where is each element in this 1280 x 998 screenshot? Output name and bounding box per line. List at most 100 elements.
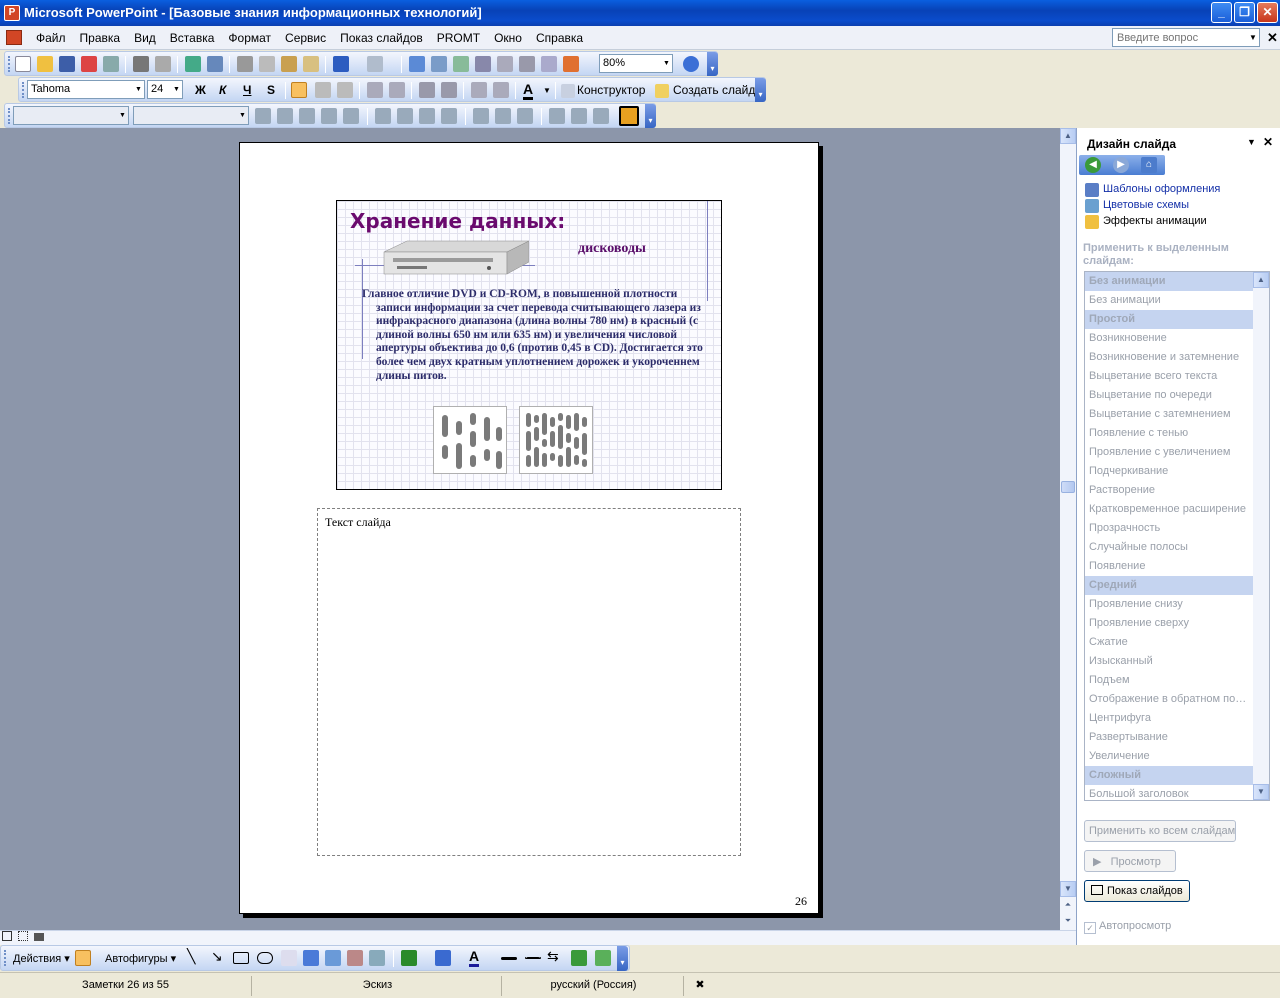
menu-window[interactable]: Окно [494, 31, 522, 45]
scroll-up-icon[interactable]: ▲ [1060, 128, 1076, 144]
normal-view-icon[interactable] [2, 931, 12, 941]
fill-color-icon[interactable] [401, 950, 417, 966]
toolbar-options-icon[interactable]: ▾ [617, 946, 628, 971]
3d-style-icon[interactable] [595, 950, 611, 966]
slide-thumbnail[interactable]: Хранение данных: дисководы Главное отлич… [336, 200, 722, 490]
oval-icon[interactable] [257, 952, 273, 964]
research-icon[interactable] [207, 56, 223, 72]
font-size-select[interactable]: 24 ▼ [147, 80, 183, 99]
animation-item[interactable]: Возникновение и затемнение [1085, 348, 1253, 367]
animation-item[interactable]: Прозрачность [1085, 519, 1253, 538]
animation-item[interactable]: Растворение [1085, 481, 1253, 500]
align-right-icon[interactable] [337, 82, 353, 98]
picture-icon[interactable] [369, 950, 385, 966]
animation-scheme-list[interactable]: Без анимации Без анимации Простой Возникнов… [1084, 271, 1270, 801]
tool-icon-11[interactable] [495, 108, 511, 124]
designer-button[interactable]: Конструктор [577, 83, 645, 97]
animation-item[interactable]: Большой заголовок [1085, 785, 1253, 800]
animation-item[interactable]: Кратковременное расширение [1085, 500, 1253, 519]
animation-item[interactable]: Выцветание всего текста [1085, 367, 1253, 386]
grid-icon[interactable] [541, 56, 557, 72]
autoshapes-menu[interactable]: Автофигуры ▾ [105, 952, 176, 965]
chevron-down-icon[interactable]: ▼ [543, 86, 551, 95]
scroll-up-icon[interactable]: ▲ [1253, 272, 1269, 288]
new-icon[interactable] [15, 56, 31, 72]
align-center-icon[interactable] [315, 82, 331, 98]
undo-icon[interactable] [333, 56, 349, 72]
minimize-button[interactable]: _ [1211, 2, 1232, 23]
permission-icon[interactable] [81, 56, 97, 72]
style-select-2[interactable]: ▼ [133, 106, 249, 125]
spelling-status-icon[interactable]: ✖ [686, 976, 714, 996]
slideshow-view-icon[interactable] [34, 933, 45, 941]
zoom-select[interactable]: 80% ▼ [599, 54, 673, 73]
actions-menu[interactable]: Действия ▾ [13, 952, 70, 965]
chevron-down-icon[interactable]: ▼ [237, 107, 248, 124]
chevron-down-icon[interactable]: ▼ [133, 81, 144, 98]
tool-icon-3[interactable] [299, 108, 315, 124]
tool-icon-14[interactable] [571, 108, 587, 124]
menu-edit[interactable]: Правка [80, 31, 121, 45]
animation-item[interactable]: Подъем [1085, 671, 1253, 690]
animation-item[interactable]: Появление с тенью [1085, 424, 1253, 443]
animation-item[interactable]: Развертывание [1085, 728, 1253, 747]
redo-icon[interactable] [367, 56, 383, 72]
checkbox-checked-icon[interactable]: ✓ [1084, 922, 1096, 934]
animation-item[interactable]: Выцветание с затемнением [1085, 405, 1253, 424]
vertical-scrollbar[interactable]: ▲ ▼ ⏶ ⏷ [1060, 128, 1076, 930]
animation-item[interactable]: Случайные полосы [1085, 538, 1253, 557]
slide-sorter-view-icon[interactable] [18, 931, 29, 941]
toolbar-grip[interactable] [8, 56, 11, 72]
show-formatting-icon[interactable] [519, 56, 535, 72]
scroll-down-icon[interactable]: ▼ [1253, 784, 1269, 800]
menu-tools[interactable]: Сервис [285, 31, 326, 45]
hyperlink-icon[interactable] [475, 56, 491, 72]
horizontal-scrollbar[interactable] [0, 930, 1076, 945]
tool-icon-2[interactable] [277, 108, 293, 124]
cut-icon[interactable] [237, 56, 253, 72]
document-close-icon[interactable]: ✕ [1267, 30, 1278, 46]
style-select[interactable]: ▼ [13, 106, 129, 125]
format-painter-icon[interactable] [303, 56, 319, 72]
print-icon[interactable] [133, 56, 149, 72]
font-color-button[interactable]: A [523, 81, 534, 100]
menu-view[interactable]: Вид [134, 31, 156, 45]
menu-format[interactable]: Формат [228, 31, 271, 45]
powerpoint-app-icon[interactable]: P [4, 5, 20, 21]
tool-icon-8[interactable] [419, 108, 435, 124]
color-schemes-link[interactable]: Цветовые схемы [1103, 199, 1189, 211]
chevron-down-icon[interactable]: ▼ [117, 107, 128, 124]
animation-item[interactable]: Увеличение [1085, 747, 1253, 766]
animation-item[interactable]: Центрифуга [1085, 709, 1253, 728]
animation-item[interactable]: Появление [1085, 557, 1253, 576]
menu-slideshow[interactable]: Показ слайдов [340, 31, 423, 45]
animation-item[interactable]: Проявление снизу [1085, 595, 1253, 614]
forward-icon[interactable]: ▶ [1113, 157, 1129, 173]
shadow-style-icon[interactable] [571, 950, 587, 966]
autopreview-checkbox[interactable]: ✓ Автопросмотр [1084, 920, 1171, 934]
tool-icon-6[interactable] [375, 108, 391, 124]
save-icon[interactable] [59, 56, 75, 72]
insert-table-icon[interactable] [431, 56, 447, 72]
tool-icon-12[interactable] [517, 108, 533, 124]
animation-item[interactable]: Проявление с увеличением [1085, 443, 1253, 462]
previous-slide-icon[interactable]: ⏶ [1060, 898, 1076, 914]
bold-button[interactable]: Ж [195, 83, 206, 97]
bullets-icon[interactable] [389, 82, 405, 98]
back-icon[interactable]: ◀ [1085, 157, 1101, 173]
arrow-icon[interactable]: ↘ [211, 948, 223, 965]
scroll-thumb[interactable] [1061, 481, 1075, 493]
tool-icon-5[interactable] [343, 108, 359, 124]
tool-icon-10[interactable] [473, 108, 489, 124]
tool-icon-13[interactable] [549, 108, 565, 124]
help-icon[interactable] [683, 56, 699, 72]
tables-borders-icon[interactable] [453, 56, 469, 72]
dash-style-icon[interactable] [525, 957, 541, 959]
toolbar-options-icon[interactable]: ▾ [755, 78, 766, 102]
menu-file[interactable]: Файл [36, 31, 66, 45]
notes-placeholder[interactable]: Текст слайда [317, 508, 741, 856]
underline-button[interactable]: Ч [243, 83, 251, 97]
select-pointer-icon[interactable] [75, 950, 91, 966]
tool-icon-9[interactable] [441, 108, 457, 124]
tool-icon-15[interactable] [593, 108, 609, 124]
